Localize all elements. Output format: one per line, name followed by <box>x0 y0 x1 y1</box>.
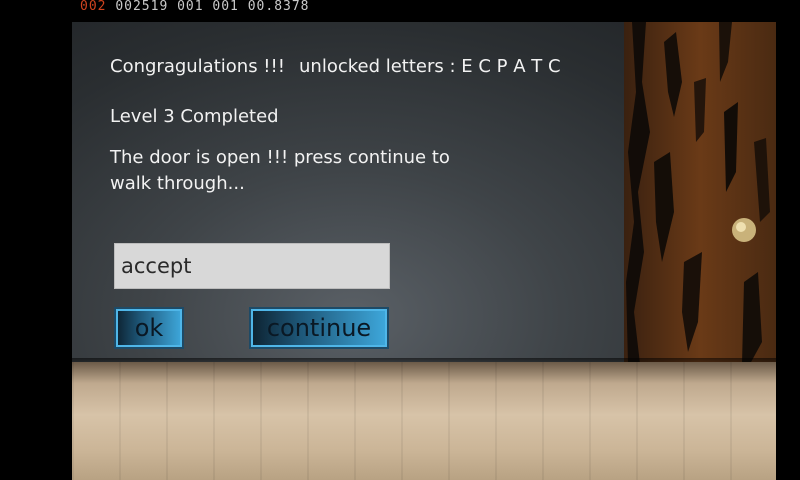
debug-readout: 002 002519 001 001 00.8378 <box>80 0 310 14</box>
answer-input[interactable]: accept <box>114 243 390 289</box>
unlocked-letters-text: unlocked letters : E C P A T C <box>299 56 561 77</box>
game-scene: Congragulations !!! unlocked letters : E… <box>72 22 776 480</box>
status-bar: 002 002519 001 001 00.8378 <box>0 0 800 22</box>
door-open-message: The door is open !!! press continue to w… <box>110 147 450 194</box>
wooden-floor <box>72 362 776 480</box>
congrats-text: Congragulations !!! <box>110 56 285 77</box>
wooden-door <box>624 22 776 364</box>
door-texture-icon <box>624 22 776 364</box>
level-completed-text: Level 3 Completed <box>110 106 279 127</box>
ok-button[interactable]: ok <box>114 307 184 349</box>
continue-button[interactable]: continue <box>249 307 389 349</box>
debug-prefix: 002 <box>80 0 107 14</box>
debug-values: 002519 001 001 00.8378 <box>115 0 310 14</box>
